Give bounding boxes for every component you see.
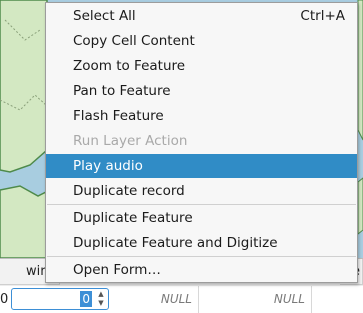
spin-down-icon[interactable]: ▼ bbox=[95, 299, 107, 308]
menu-item-open-form[interactable]: Open Form… bbox=[46, 258, 357, 282]
menu-item-flash-feature[interactable]: Flash Feature bbox=[46, 104, 357, 128]
spinbox-value[interactable]: 0 bbox=[80, 291, 92, 307]
context-menu: Select All Ctrl+A Copy Cell Content Zoom… bbox=[45, 2, 358, 283]
menu-item-zoom-to-feature[interactable]: Zoom to Feature bbox=[46, 54, 357, 78]
table-cell[interactable] bbox=[312, 286, 363, 313]
table-cell-null[interactable]: NULL bbox=[199, 286, 312, 313]
spin-up-icon[interactable]: ▲ bbox=[95, 290, 107, 299]
menu-item-pan-to-feature[interactable]: Pan to Feature bbox=[46, 79, 357, 103]
spinbox-arrows[interactable]: ▲ ▼ bbox=[95, 290, 107, 308]
menu-item-shortcut: Ctrl+A bbox=[300, 8, 345, 24]
value-spinbox[interactable]: 0 ▲ ▼ bbox=[11, 288, 109, 310]
menu-item-label: Select All bbox=[73, 8, 136, 24]
table-cell-null[interactable]: NULL bbox=[112, 286, 199, 313]
table-row[interactable]: 0 0 ▲ ▼ NULL NULL bbox=[0, 286, 363, 313]
menu-separator bbox=[47, 256, 356, 257]
menu-separator bbox=[47, 204, 356, 205]
row-number: 0 bbox=[0, 292, 9, 307]
menu-item-run-layer-action: Run Layer Action bbox=[73, 133, 188, 149]
menu-item-duplicate-feature-and-digitize[interactable]: Duplicate Feature and Digitize bbox=[46, 231, 357, 255]
menu-item-duplicate-feature[interactable]: Duplicate Feature bbox=[46, 206, 357, 230]
menu-item-select-all[interactable]: Select All Ctrl+A bbox=[46, 4, 357, 28]
menu-item-play-audio[interactable]: Play audio bbox=[46, 154, 357, 178]
menu-item-duplicate-record[interactable]: Duplicate record bbox=[46, 179, 357, 203]
menu-item-copy-cell-content[interactable]: Copy Cell Content bbox=[46, 29, 357, 53]
